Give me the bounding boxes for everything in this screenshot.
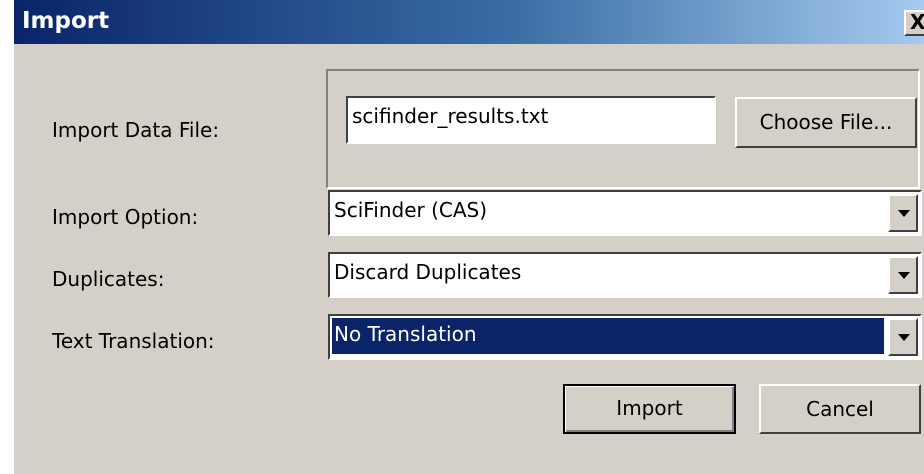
duplicates-label: Duplicates: xyxy=(52,267,165,291)
chevron-down-icon[interactable] xyxy=(888,194,918,232)
chevron-down-icon[interactable] xyxy=(888,256,918,294)
cancel-button[interactable]: Cancel xyxy=(759,384,921,434)
duplicates-value: Discard Duplicates xyxy=(334,260,522,284)
background-edge xyxy=(0,0,14,474)
chevron-down-icon[interactable] xyxy=(888,318,918,356)
file-path-input[interactable]: scifinder_results.txt xyxy=(346,96,716,144)
text-translation-select[interactable]: No Translation xyxy=(328,314,922,360)
import-option-select[interactable]: SciFinder (CAS) xyxy=(328,190,922,236)
import-button[interactable]: Import xyxy=(563,384,736,434)
title-bar[interactable]: Import X xyxy=(14,0,924,44)
import-data-file-label: Import Data File: xyxy=(52,118,220,142)
choose-file-button[interactable]: Choose File... xyxy=(735,97,917,148)
import-option-label: Import Option: xyxy=(52,205,199,229)
window-title: Import xyxy=(22,8,110,34)
text-translation-label: Text Translation: xyxy=(52,329,215,353)
text-translation-value: No Translation xyxy=(332,318,884,354)
import-option-value: SciFinder (CAS) xyxy=(334,198,488,222)
duplicates-select[interactable]: Discard Duplicates xyxy=(328,252,922,298)
import-dialog: Import X Import Data File: scifinder_res… xyxy=(14,0,924,474)
close-icon[interactable]: X xyxy=(904,10,924,36)
